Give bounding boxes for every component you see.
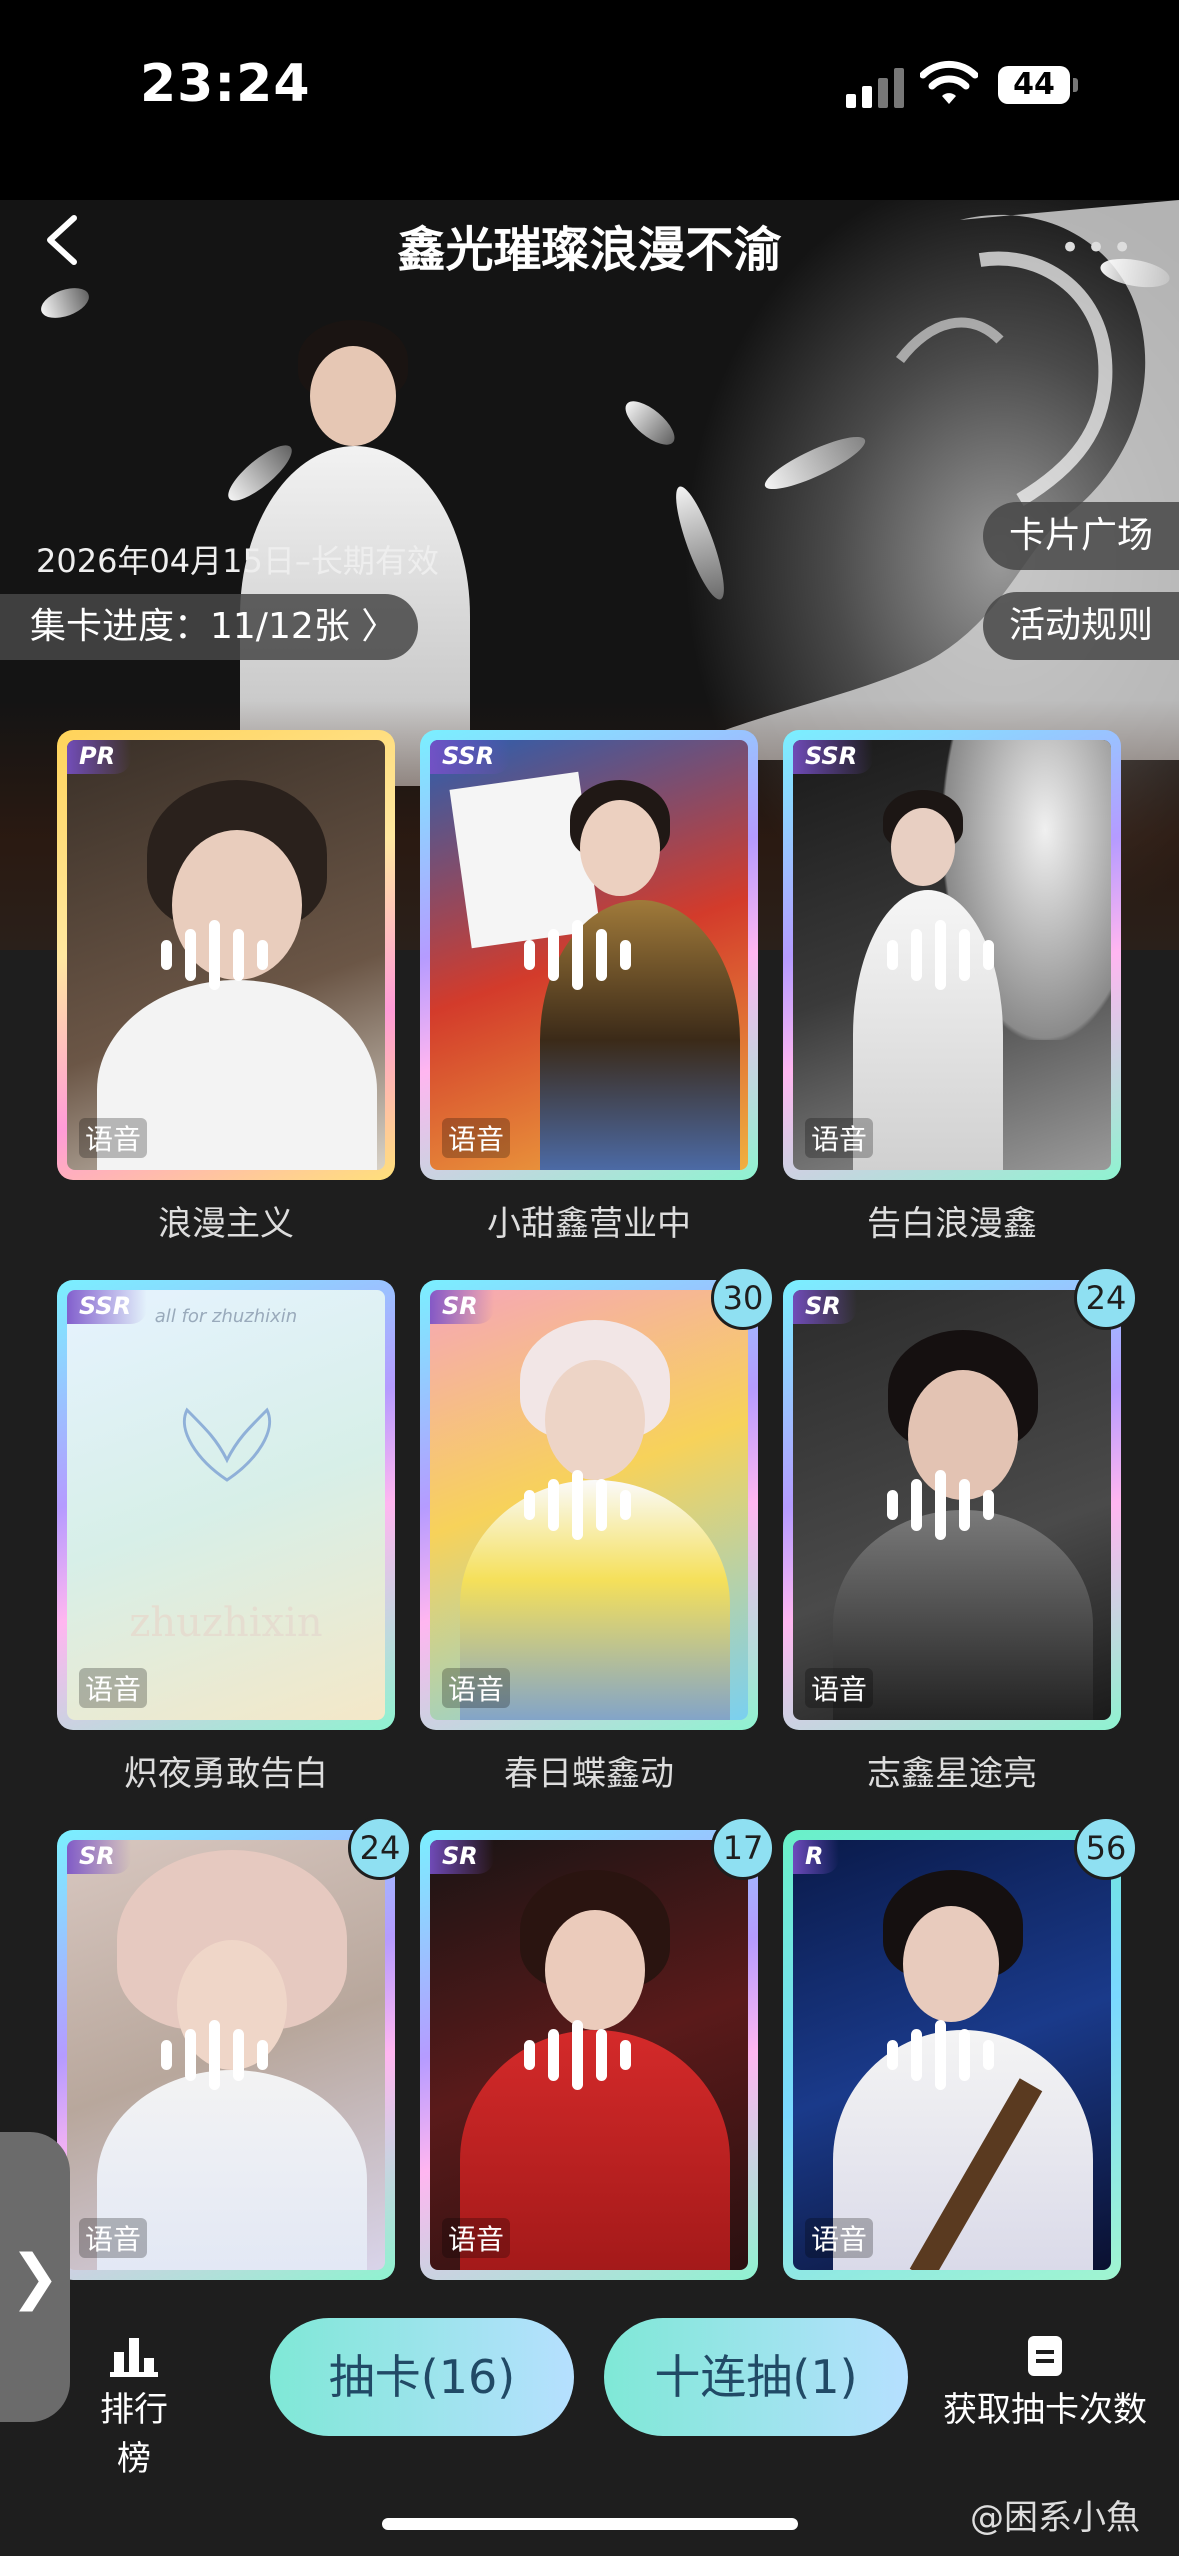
card-item[interactable]: SR 语音: [420, 1280, 758, 1730]
collection-progress-button[interactable]: 集卡进度：11/12张 〉: [0, 594, 418, 660]
rarity-badge: R: [793, 1840, 840, 1874]
wing-emblem-icon: [182, 1407, 272, 1482]
card-item[interactable]: PR 语音: [57, 730, 395, 1180]
battery-icon: 44: [998, 66, 1078, 104]
angel-wing-illustration: [660, 200, 1179, 760]
voice-wave-icon: [524, 1470, 654, 1540]
watermark: @困系小魚: [970, 2498, 1140, 2538]
get-draw-times-button[interactable]: 获取抽卡次数: [940, 2334, 1150, 2431]
card-item[interactable]: R 语音: [783, 1830, 1121, 2280]
ranking-label: 排行榜: [100, 2390, 168, 2479]
status-time: 23:24: [140, 54, 311, 114]
get-draw-times-label: 获取抽卡次数: [943, 2390, 1147, 2430]
rarity-badge: SSR: [67, 1290, 148, 1324]
voice-tag: 语音: [442, 1668, 511, 1708]
rarity-badge: SR: [793, 1290, 857, 1324]
card-count-badge: 56: [1074, 1816, 1138, 1880]
voice-tag: 语音: [442, 1118, 511, 1158]
voice-wave-icon: [887, 2020, 1017, 2090]
voice-wave-icon: [524, 2020, 654, 2090]
voice-wave-icon: [524, 920, 654, 990]
voice-tag: 语音: [79, 1118, 148, 1158]
card-art-text: zhuzhixin: [129, 1600, 323, 1646]
voice-wave-icon: [161, 2020, 291, 2090]
voice-tag: 语音: [805, 1118, 874, 1158]
card-count-badge: 24: [348, 1816, 412, 1880]
card-count-badge: 24: [1074, 1266, 1138, 1330]
side-expand-tab[interactable]: ❯: [0, 2132, 70, 2422]
chevron-right-icon: ❯: [9, 2242, 61, 2312]
voice-wave-icon: [161, 920, 291, 990]
rarity-badge: PR: [67, 740, 132, 774]
status-bar: 23:24 44: [0, 0, 1179, 200]
card-count-badge: 30: [711, 1266, 775, 1330]
feather-decoration: [37, 282, 93, 324]
document-icon: [1028, 2336, 1062, 2376]
voice-tag: 语音: [79, 2218, 148, 2258]
rarity-badge: SR: [67, 1840, 131, 1874]
card-name: 小甜鑫营业中: [487, 1204, 691, 1244]
more-icon[interactable]: •••: [1060, 228, 1138, 268]
card-name: 告白浪漫鑫: [867, 1204, 1037, 1244]
rarity-badge: SR: [430, 1840, 494, 1874]
card-item[interactable]: SR 语音: [783, 1280, 1121, 1730]
draw-card-button[interactable]: 抽卡(16): [270, 2318, 574, 2436]
card-name: 浪漫主义: [158, 1204, 294, 1244]
bar-chart-icon: [110, 2338, 158, 2377]
voice-wave-icon: [887, 1470, 1017, 1540]
voice-wave-icon: [887, 920, 1017, 990]
card-count-badge: 17: [711, 1816, 775, 1880]
ranking-button[interactable]: 排行榜: [84, 2334, 184, 2480]
cellular-signal-icon: [846, 62, 908, 108]
card-item[interactable]: SR 语音: [420, 1830, 758, 2280]
activity-date: 2026年04月15日–长期有效: [36, 542, 439, 580]
voice-tag: 语音: [79, 1668, 148, 1708]
rarity-badge: SSR: [430, 740, 511, 774]
voice-tag: 语音: [805, 1668, 874, 1708]
card-name: 志鑫星途亮: [867, 1754, 1037, 1794]
activity-rules-button[interactable]: 活动规则: [983, 592, 1179, 660]
home-indicator[interactable]: [382, 2518, 798, 2530]
card-plaza-button[interactable]: 卡片广场: [983, 502, 1179, 570]
card-item[interactable]: SSR 语音: [420, 730, 758, 1180]
card-name: 春日蝶鑫动: [504, 1754, 674, 1794]
voice-tag: 语音: [805, 2218, 874, 2258]
card-item[interactable]: SR 语音: [57, 1830, 395, 2280]
page-title: 鑫光璀璨浪漫不渝: [397, 222, 782, 278]
card-name: 炽夜勇敢告白: [124, 1754, 328, 1794]
ten-draw-button[interactable]: 十连抽(1): [604, 2318, 908, 2436]
wifi-icon: [920, 60, 978, 104]
rarity-badge: SR: [430, 1290, 494, 1324]
card-item[interactable]: all for zhuzhixin zhuzhixin SSR 语音: [57, 1280, 395, 1730]
voice-tag: 语音: [442, 2218, 511, 2258]
rarity-badge: SSR: [793, 740, 874, 774]
card-item[interactable]: SSR 语音: [783, 730, 1121, 1180]
